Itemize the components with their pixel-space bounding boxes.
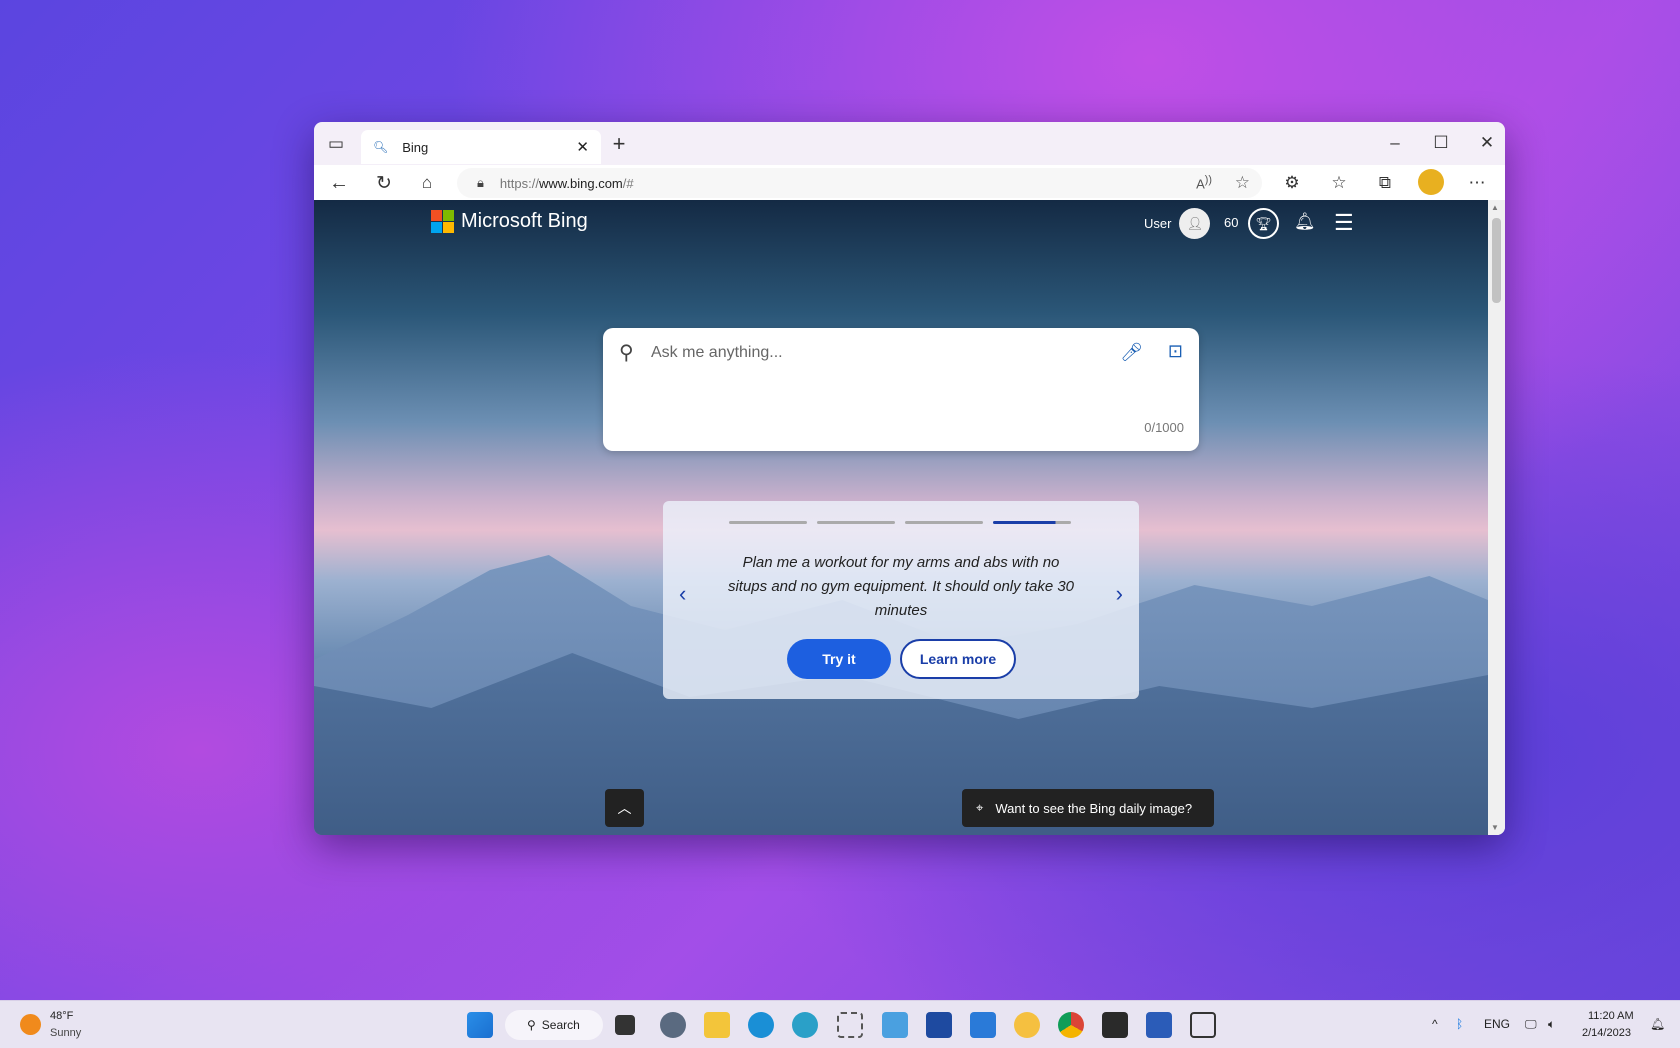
store-icon[interactable] bbox=[926, 1012, 952, 1038]
volume-icon[interactable]: 🔈︎ bbox=[1548, 1017, 1555, 1032]
notifications-bell-icon[interactable]: 🔔︎ bbox=[1294, 212, 1316, 232]
taskbar: 48°F Sunny ⚲ Search ^ ᛒ ENG 🖵︎ 🔈︎ 11:20 A… bbox=[0, 1000, 1680, 1048]
app-icon[interactable] bbox=[1190, 1012, 1216, 1038]
search-icon: ⚲ bbox=[527, 1018, 536, 1032]
refresh-icon[interactable]: ↻ bbox=[371, 170, 397, 196]
tab-title: Bing bbox=[402, 139, 429, 155]
carousel-next-icon[interactable]: › bbox=[1116, 581, 1123, 607]
task-view-icon[interactable] bbox=[615, 1015, 635, 1035]
extensions-icon[interactable]: ⚙ bbox=[1279, 170, 1305, 196]
daily-image-label: Want to see the Bing daily image? bbox=[995, 800, 1193, 816]
more-menu-icon[interactable]: ⋯ bbox=[1464, 170, 1490, 196]
url-scheme: https:// bbox=[499, 175, 539, 191]
toolbar: ← ↻ ⌂ 🔒︎ https://www.bing.com/# A)) ☆ ⚙ … bbox=[314, 165, 1505, 200]
browser-window: ▭ 🔍︎ Bing ✕ + – ☐ ✕ ← ↻ ⌂ 🔒︎ https://www… bbox=[314, 122, 1505, 835]
microphone-icon[interactable]: 🎤︎ bbox=[1120, 342, 1143, 363]
try-it-button[interactable]: Try it bbox=[787, 639, 891, 679]
learn-more-button[interactable]: Learn more bbox=[900, 639, 1016, 679]
snipping-tool-icon[interactable] bbox=[837, 1012, 863, 1038]
file-icon[interactable] bbox=[970, 1012, 996, 1038]
search-icon: 🔍︎ bbox=[373, 140, 389, 154]
clock-time[interactable]: 11:20 AM bbox=[1588, 1010, 1634, 1022]
carousel-prev-icon[interactable]: ‹ bbox=[679, 581, 686, 607]
indicator[interactable] bbox=[729, 521, 807, 524]
bluetooth-icon[interactable]: ᛒ bbox=[1456, 1017, 1463, 1031]
notifications-icon[interactable]: 🔔︎ bbox=[1650, 1017, 1665, 1031]
carousel-indicators bbox=[729, 521, 1071, 524]
user-label: User bbox=[1144, 216, 1172, 231]
file-explorer-icon[interactable] bbox=[704, 1012, 730, 1038]
minimize-icon[interactable]: – bbox=[1380, 128, 1410, 158]
word-icon[interactable] bbox=[1146, 1012, 1172, 1038]
location-pin-icon: ⌖ bbox=[976, 800, 984, 815]
tab-bing[interactable]: 🔍︎ Bing ✕ bbox=[361, 130, 601, 164]
search-box[interactable]: ⚲ Ask me anything... 🎤︎ ⊡ 0/1000 bbox=[603, 328, 1199, 451]
scrollbar-thumb[interactable] bbox=[1492, 218, 1501, 303]
indicator[interactable] bbox=[905, 521, 983, 524]
address-bar[interactable]: 🔒︎ https://www.bing.com/# A)) ☆ bbox=[457, 168, 1262, 198]
back-icon[interactable]: ← bbox=[326, 170, 352, 196]
user-sign-in[interactable]: User 👤︎ bbox=[1144, 208, 1211, 239]
chrome-canary-icon[interactable] bbox=[1014, 1012, 1040, 1038]
start-icon[interactable] bbox=[467, 1012, 493, 1038]
suggestion-prompt: Plan me a workout for my arms and abs wi… bbox=[727, 554, 1075, 619]
weather-sun-icon[interactable] bbox=[20, 1014, 41, 1035]
home-icon[interactable]: ⌂ bbox=[414, 170, 440, 196]
edge-canary-icon[interactable] bbox=[792, 1012, 818, 1038]
indicator-active[interactable] bbox=[993, 521, 1071, 524]
profile-avatar[interactable] bbox=[1418, 169, 1444, 195]
url-host: www.bing.com bbox=[538, 175, 623, 191]
suggestion-carousel: ‹ Plan me a workout for my arms and abs … bbox=[663, 501, 1139, 699]
edge-icon[interactable] bbox=[748, 1012, 774, 1038]
search-input[interactable]: Ask me anything... bbox=[651, 344, 783, 362]
new-tab-icon[interactable]: + bbox=[607, 131, 631, 156]
settings-icon[interactable] bbox=[660, 1012, 686, 1038]
show-hidden-icons[interactable]: ^ bbox=[1432, 1017, 1438, 1031]
character-count: 0/1000 bbox=[1144, 420, 1184, 435]
favorites-icon[interactable]: ☆ bbox=[1326, 170, 1352, 196]
notepad-icon[interactable] bbox=[882, 1012, 908, 1038]
indicator[interactable] bbox=[817, 521, 895, 524]
network-icon[interactable]: 🖵︎ bbox=[1525, 1017, 1537, 1032]
chrome-icon[interactable] bbox=[1058, 1012, 1084, 1038]
read-aloud-icon[interactable]: A)) bbox=[1196, 174, 1212, 191]
terminal-icon[interactable] bbox=[1102, 1012, 1128, 1038]
microsoft-logo-icon bbox=[431, 210, 454, 233]
rewards-trophy-icon[interactable]: 🏆︎ bbox=[1248, 208, 1279, 239]
scroll-up-arrow-icon[interactable]: ▲ bbox=[1491, 203, 1499, 212]
close-tab-icon[interactable]: ✕ bbox=[576, 138, 589, 156]
clock-date[interactable]: 2/14/2023 bbox=[1582, 1027, 1631, 1039]
user-icon: 👤︎ bbox=[1179, 208, 1211, 239]
language[interactable]: ENG bbox=[1484, 1017, 1510, 1031]
tab-actions-icon[interactable]: ▭ bbox=[326, 134, 346, 154]
tab-bar: ▭ 🔍︎ Bing ✕ + – ☐ ✕ bbox=[314, 122, 1505, 165]
close-icon[interactable]: ✕ bbox=[1472, 128, 1502, 158]
hamburger-menu-icon[interactable]: ☰ bbox=[1334, 210, 1354, 236]
search-icon: ⚲ bbox=[619, 342, 634, 364]
maximize-icon[interactable]: ☐ bbox=[1426, 128, 1456, 158]
logo-text: Microsoft Bing bbox=[461, 210, 588, 232]
scroll-down-arrow-icon[interactable]: ▼ bbox=[1491, 823, 1499, 832]
search-label: Search bbox=[541, 1018, 580, 1032]
rewards-points[interactable]: 60 bbox=[1224, 215, 1238, 230]
weather-desc[interactable]: Sunny bbox=[50, 1027, 81, 1039]
collections-icon[interactable]: ⧉ bbox=[1372, 170, 1398, 196]
scroll-up-button[interactable]: ︿ bbox=[605, 789, 644, 827]
add-favorite-icon[interactable]: ☆ bbox=[1235, 173, 1250, 193]
visual-search-icon[interactable]: ⊡ bbox=[1168, 341, 1183, 362]
lock-icon: 🔒︎ bbox=[477, 175, 484, 190]
url-path: /# bbox=[622, 175, 634, 191]
bing-logo[interactable]: Microsoft Bing bbox=[431, 210, 588, 233]
bing-page: Microsoft Bing User 👤︎ 60 🏆︎ 🔔︎ ☰ ⚲ Ask … bbox=[314, 200, 1488, 835]
scrollbar[interactable]: ▲ ▼ bbox=[1488, 200, 1505, 835]
weather-temp[interactable]: 48°F bbox=[50, 1010, 73, 1022]
daily-image-button[interactable]: ⌖ Want to see the Bing daily image? bbox=[962, 789, 1214, 827]
taskbar-search[interactable]: ⚲ Search bbox=[505, 1010, 603, 1040]
